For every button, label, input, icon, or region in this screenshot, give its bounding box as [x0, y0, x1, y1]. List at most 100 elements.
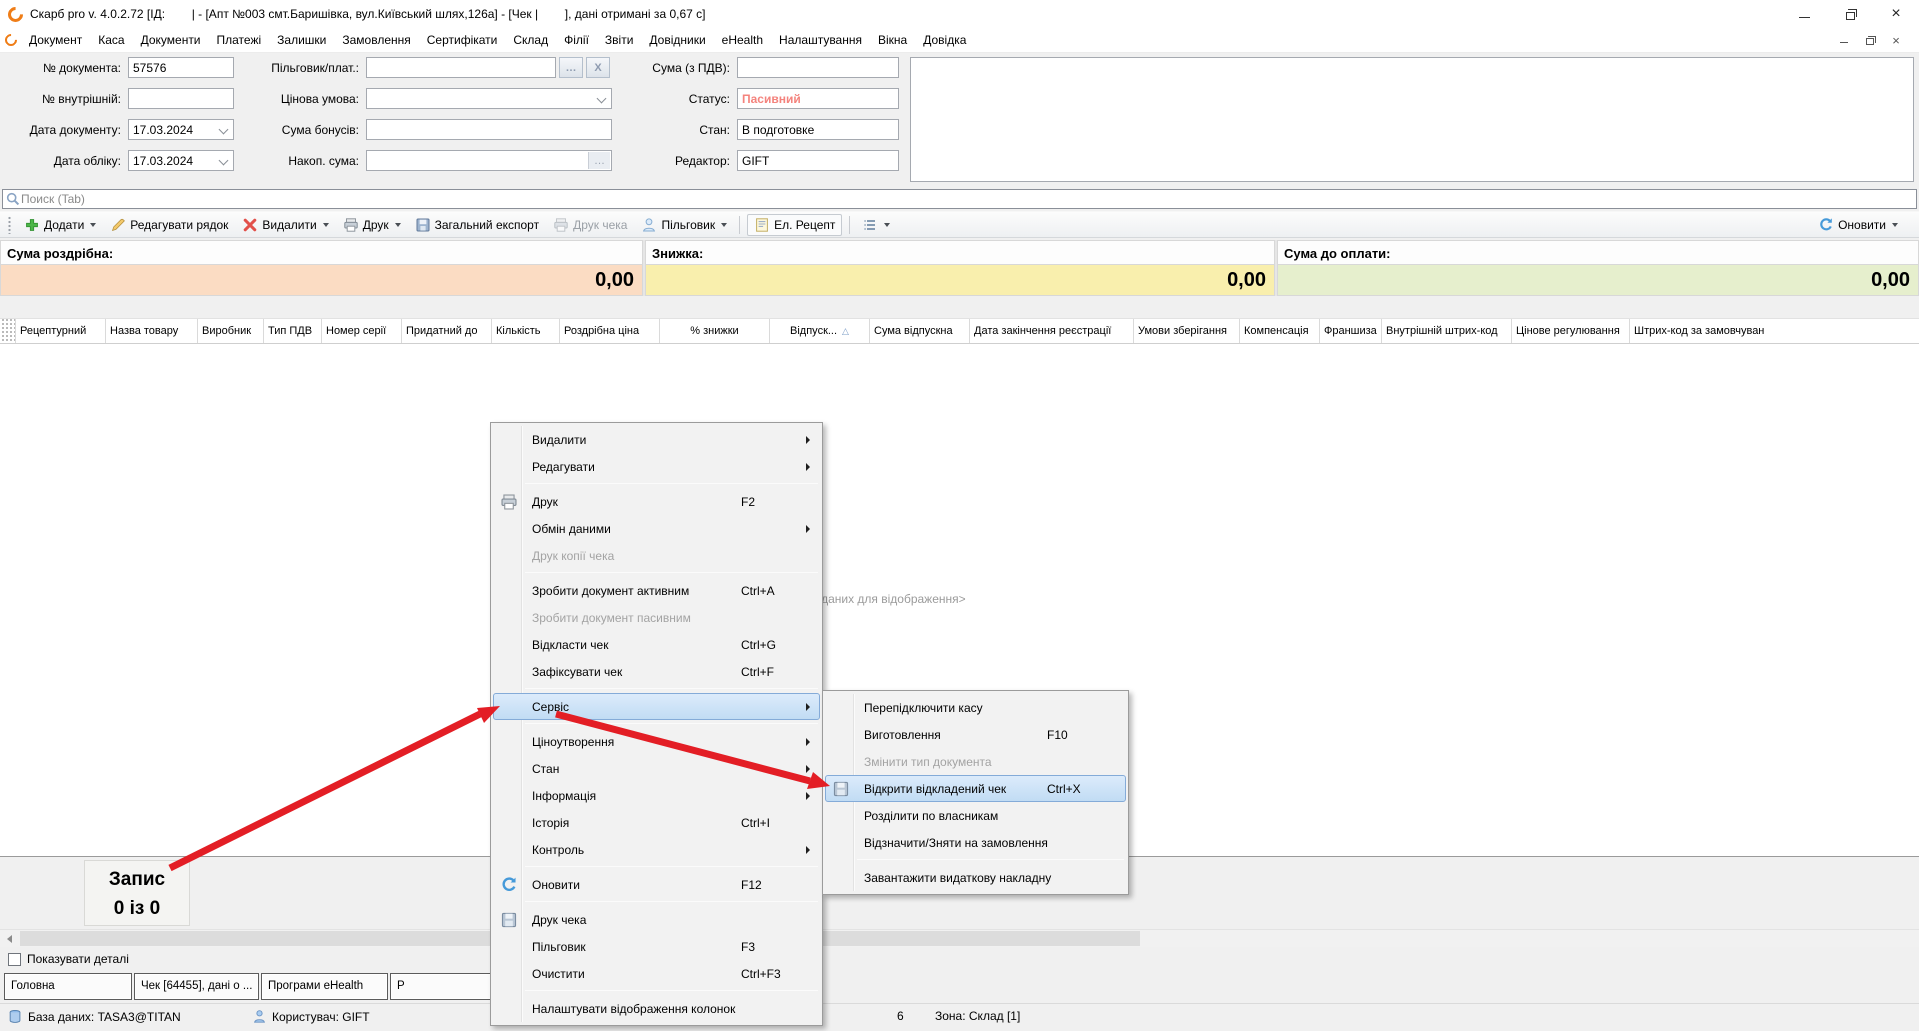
column-header[interactable]: Відпуск...△: [770, 319, 870, 343]
menu-item[interactable]: Обмін даними: [493, 515, 820, 542]
notes-panel[interactable]: [910, 57, 1914, 182]
menu-item[interactable]: Зафіксувати чекCtrl+F: [493, 658, 820, 685]
toolbar-button[interactable]: Загальний експорт: [408, 214, 546, 236]
toolbar-button[interactable]: [855, 214, 897, 236]
field-combo[interactable]: 17.03.2024: [128, 150, 234, 171]
column-header[interactable]: Придатний до: [402, 319, 492, 343]
chevron-down-icon[interactable]: [219, 125, 229, 135]
menubar-item[interactable]: Склад: [505, 29, 556, 51]
show-details-checkbox[interactable]: [8, 953, 21, 966]
refresh-button[interactable]: Оновити: [1811, 214, 1905, 236]
scroll-left-button[interactable]: [0, 930, 18, 947]
menu-item[interactable]: ВиготовленняF10: [825, 721, 1126, 748]
menubar-item[interactable]: Довідники: [641, 29, 713, 51]
column-header[interactable]: Умови зберігання: [1134, 319, 1240, 343]
field-input[interactable]: [128, 88, 234, 109]
field-combo[interactable]: 17.03.2024: [128, 119, 234, 140]
menu-item[interactable]: Ціноутворення: [493, 728, 820, 755]
menu-item[interactable]: ПільговикF3: [493, 933, 820, 960]
field-input[interactable]: GIFT: [737, 150, 899, 171]
column-header[interactable]: % знижки: [660, 319, 770, 343]
clear-button[interactable]: X: [586, 57, 610, 78]
field-combo[interactable]: [366, 88, 612, 109]
toolbar-button[interactable]: Ел. Рецепт: [747, 214, 842, 236]
menubar-item[interactable]: Налаштування: [771, 29, 870, 51]
menu-item[interactable]: Стан: [493, 755, 820, 782]
menubar-item[interactable]: Документ: [21, 29, 90, 51]
column-header[interactable]: Кількість: [492, 319, 560, 343]
toolbar-button[interactable]: Видалити: [235, 214, 335, 236]
column-header[interactable]: Номер серії: [322, 319, 402, 343]
toolbar-grip-handle[interactable]: [7, 216, 12, 234]
menubar-item[interactable]: Каса: [90, 29, 132, 51]
menu-item[interactable]: ОчиститиCtrl+F3: [493, 960, 820, 987]
menu-item[interactable]: Друк чека: [493, 906, 820, 933]
menu-item[interactable]: Налаштувати відображення колонок: [493, 995, 820, 1022]
ellipsis-button[interactable]: …: [559, 57, 583, 78]
column-header[interactable]: Рецептурний: [16, 319, 106, 343]
toolbar-button[interactable]: Пільговик: [634, 214, 734, 236]
search-input[interactable]: [21, 191, 1914, 207]
menu-item[interactable]: ІсторіяCtrl+I: [493, 809, 820, 836]
bottom-tab[interactable]: Чек [64455], дані о ...: [134, 973, 259, 1000]
column-header[interactable]: Тип ПДВ: [264, 319, 322, 343]
menubar-item[interactable]: Документи: [133, 29, 209, 51]
menubar-item[interactable]: Платежі: [209, 29, 270, 51]
chevron-down-icon[interactable]: [219, 156, 229, 166]
menu-item[interactable]: Відкласти чекCtrl+G: [493, 631, 820, 658]
menu-item[interactable]: Інформація: [493, 782, 820, 809]
bottom-tab[interactable]: Р: [390, 973, 494, 1000]
horizontal-scrollbar[interactable]: [0, 929, 1919, 947]
restore-button[interactable]: [1860, 32, 1880, 48]
menu-item[interactable]: Перепідключити касу: [825, 694, 1126, 721]
menu-item[interactable]: Видалити: [493, 426, 820, 453]
submenu-item-open-deferred-check[interactable]: Відкрити відкладений чекCtrl+X: [825, 775, 1126, 802]
close-button[interactable]: ×: [1873, 0, 1919, 28]
menu-item[interactable]: Відзначити/Зняти на замовлення: [825, 829, 1126, 856]
field-input[interactable]: [366, 119, 612, 140]
menubar-item[interactable]: Вікна: [870, 29, 915, 51]
ellipsis-button[interactable]: …: [588, 152, 610, 169]
column-header[interactable]: Цінове регулювання: [1512, 319, 1630, 343]
column-header[interactable]: Внутрішній штрих-код: [1382, 319, 1512, 343]
menubar-item[interactable]: Філії: [556, 29, 597, 51]
close-button[interactable]: ×: [1886, 32, 1906, 48]
column-header[interactable]: Штрих-код за замовчуван: [1630, 319, 1919, 343]
field-input-xbtns[interactable]: [366, 57, 556, 78]
menu-item-service[interactable]: Сервіс: [493, 693, 820, 720]
bottom-tab[interactable]: Головна: [4, 973, 132, 1000]
minimize-button[interactable]: [1834, 32, 1854, 48]
menubar-item[interactable]: Залишки: [269, 29, 334, 51]
column-header[interactable]: Сума відпускна: [870, 319, 970, 343]
field-input-ellipsis[interactable]: …: [366, 150, 612, 171]
toolbar-button[interactable]: Друк: [336, 214, 408, 236]
chevron-down-icon[interactable]: [597, 94, 607, 104]
menubar-item[interactable]: eHealth: [714, 29, 771, 51]
menubar-item[interactable]: Сертифікати: [419, 29, 506, 51]
field-input[interactable]: [737, 57, 899, 78]
field-input[interactable]: 57576: [128, 57, 234, 78]
menubar-item[interactable]: Замовлення: [334, 29, 418, 51]
column-header[interactable]: Назва товару: [106, 319, 198, 343]
column-header[interactable]: Компенсація: [1240, 319, 1320, 343]
menu-item[interactable]: Редагувати: [493, 453, 820, 480]
restore-button[interactable]: [1827, 0, 1873, 28]
menu-item[interactable]: Зробити документ активнимCtrl+A: [493, 577, 820, 604]
column-header[interactable]: Роздрібна ціна: [560, 319, 660, 343]
column-header[interactable]: Виробник: [198, 319, 264, 343]
menu-item[interactable]: ОновитиF12: [493, 871, 820, 898]
minimize-button[interactable]: [1781, 0, 1827, 28]
field-input[interactable]: Пасивний: [737, 88, 899, 109]
menu-item[interactable]: Завантажити видаткову накладну: [825, 864, 1126, 891]
toolbar-button[interactable]: Редагувати рядок: [103, 214, 235, 236]
toolbar-button[interactable]: Додати: [17, 214, 103, 236]
column-header[interactable]: Франшиза: [1320, 319, 1382, 343]
menubar-item[interactable]: Звіти: [597, 29, 642, 51]
column-header[interactable]: Дата закінчення реєстрації: [970, 319, 1134, 343]
bottom-tab[interactable]: Програми eHealth: [261, 973, 388, 1000]
menu-item[interactable]: ДрукF2: [493, 488, 820, 515]
field-input[interactable]: В подготовке: [737, 119, 899, 140]
menubar-item[interactable]: Довідка: [915, 29, 974, 51]
menu-item[interactable]: Розділити по власникам: [825, 802, 1126, 829]
menu-item[interactable]: Контроль: [493, 836, 820, 863]
